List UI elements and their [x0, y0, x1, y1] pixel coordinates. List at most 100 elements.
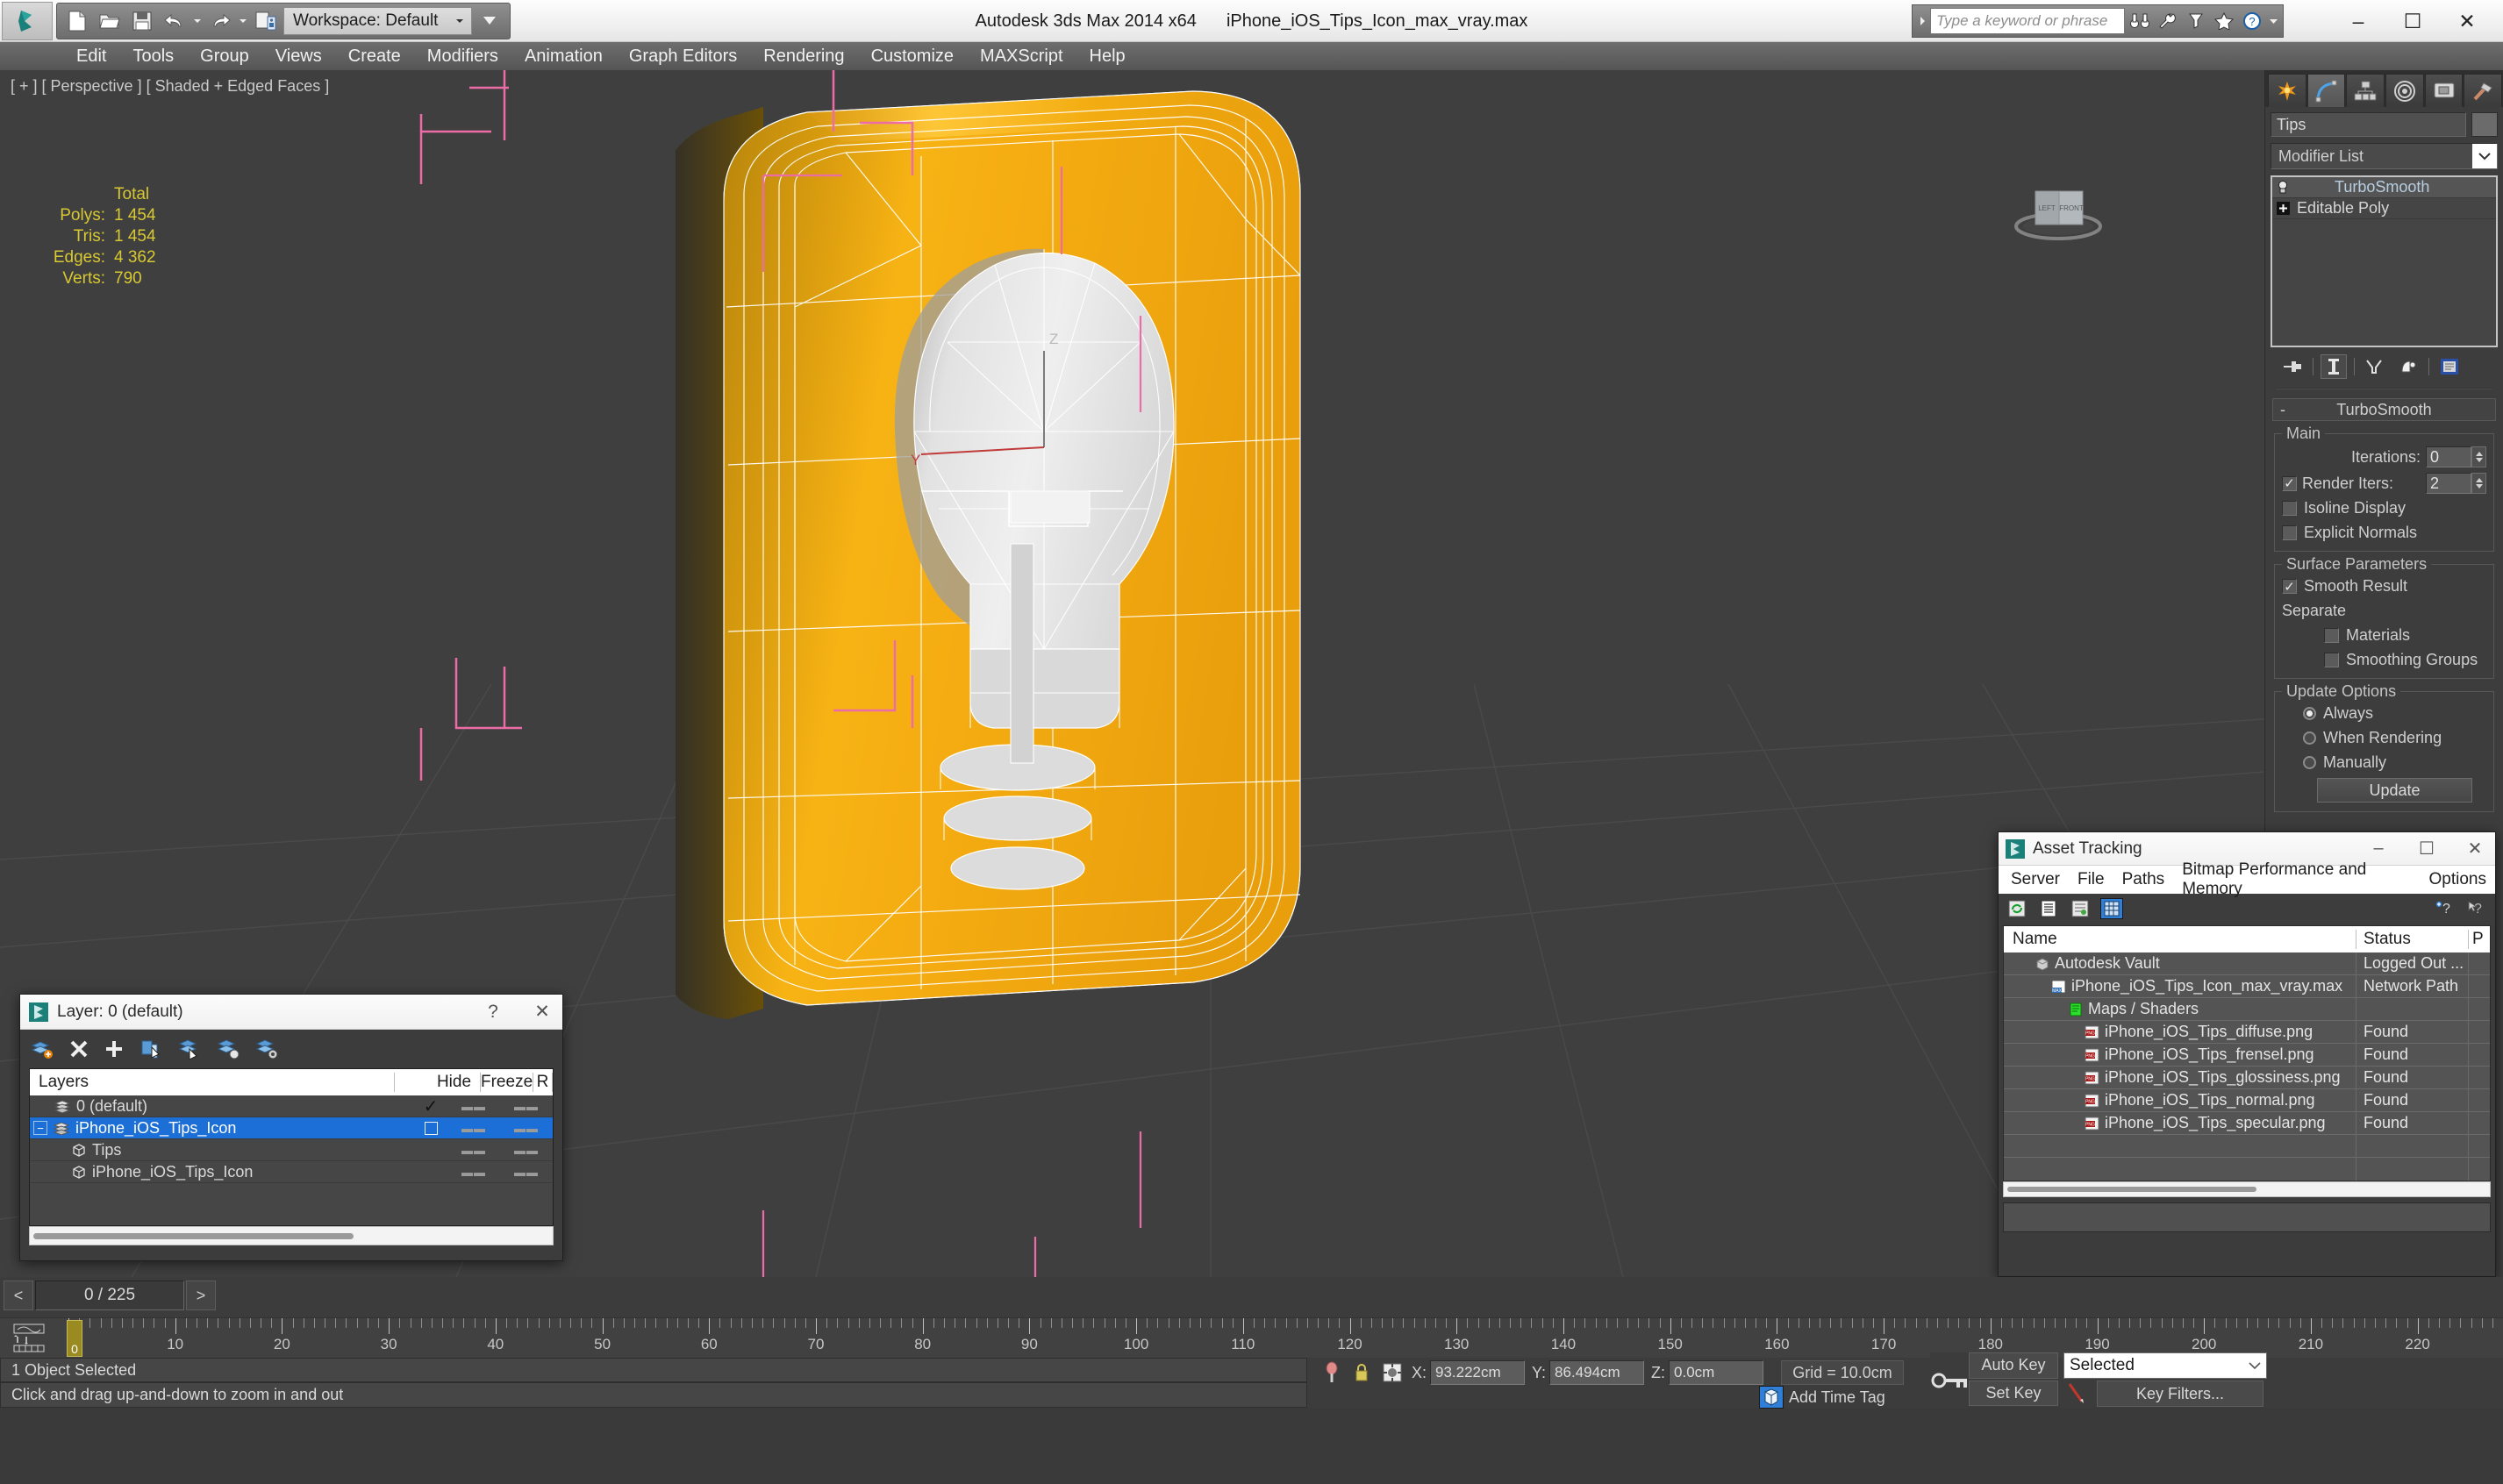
modifier-stack-toolbar[interactable]: [2265, 347, 2503, 379]
layer-freeze-toggle[interactable]: ▬▬: [500, 1166, 553, 1179]
current-frame-display[interactable]: 0 / 225: [35, 1281, 184, 1310]
smooth-result-row[interactable]: ✓ Smooth Result: [2282, 577, 2486, 596]
asset-menu-options[interactable]: Options: [2421, 868, 2495, 891]
transform-type-in[interactable]: X: 93.222cm Y: 86.494cm Z: 0.0cm Grid = …: [1320, 1358, 1905, 1388]
pin-stack-icon[interactable]: [2279, 354, 2306, 379]
layer-freeze-toggle[interactable]: ▬▬: [500, 1144, 553, 1157]
infocenter[interactable]: Type a keyword or phrase ?: [1912, 4, 2284, 38]
quick-access-toolbar[interactable]: Workspace: Default: [56, 3, 511, 39]
plus-box-icon[interactable]: [2277, 202, 2290, 215]
isoline-display-row[interactable]: Isoline Display: [2282, 499, 2486, 517]
modify-tab[interactable]: [2306, 74, 2346, 107]
funnel-icon[interactable]: [2183, 8, 2209, 34]
infocenter-expand-icon[interactable]: [1916, 16, 1928, 26]
modifier-stack[interactable]: TurboSmooth Editable Poly: [2271, 175, 2498, 347]
iterations-value[interactable]: 0: [2426, 446, 2471, 467]
iterations-row[interactable]: Iterations: 0: [2282, 446, 2486, 467]
coord-z-value[interactable]: 0.0cm: [1669, 1360, 1764, 1385]
menu-item-maxscript[interactable]: MAXScript: [967, 44, 1076, 69]
render-iters-spin-arrows[interactable]: [2471, 473, 2486, 494]
asset-row-normal[interactable]: PNG iPhone_iOS_Tips_normal.png Found: [2004, 1089, 2490, 1112]
display-tab[interactable]: [2424, 74, 2464, 107]
time-tag-row[interactable]: Add Time Tag: [1759, 1386, 1885, 1409]
help-icon[interactable]: ?: [2239, 8, 2265, 34]
layer-dialog-close-button[interactable]: ✕: [522, 995, 562, 1029]
asset-row-glossiness[interactable]: PNG iPhone_iOS_Tips_glossiness.png Found: [2004, 1067, 2490, 1089]
application-menu-button[interactable]: [2, 2, 53, 40]
key-mode-icon[interactable]: [2063, 1382, 2090, 1405]
select-objects-in-layer-icon[interactable]: [139, 1038, 162, 1059]
menu-item-tools[interactable]: Tools: [119, 44, 187, 69]
layer-col-render[interactable]: R: [533, 1073, 553, 1092]
asset-col-name[interactable]: Name: [2004, 930, 2356, 949]
menu-item-customize[interactable]: Customize: [858, 44, 967, 69]
asset-menu-bar[interactable]: Server File Paths Bitmap Performance and…: [1999, 860, 2495, 898]
iterations-spin-arrows[interactable]: [2471, 446, 2486, 467]
auto-key-button[interactable]: Auto Key: [1969, 1352, 2058, 1379]
show-end-result-icon[interactable]: [2321, 354, 2347, 379]
coord-y-value[interactable]: 86.494cm: [1549, 1360, 1645, 1385]
render-iters-checkbox[interactable]: ✓: [2282, 475, 2297, 491]
update-button[interactable]: Update: [2317, 778, 2472, 803]
layer-hide-toggle[interactable]: ▬▬: [447, 1122, 500, 1135]
iterations-spinner[interactable]: 0: [2426, 446, 2486, 467]
open-file-icon[interactable]: [95, 6, 125, 36]
layer-freeze-toggle[interactable]: ▬▬: [500, 1100, 553, 1113]
asset-row-maps-shaders[interactable]: Maps / Shaders: [2004, 998, 2490, 1021]
help-dropdown-icon[interactable]: [2267, 8, 2279, 34]
motion-tab[interactable]: [2385, 74, 2424, 107]
asset-close-button[interactable]: ✕: [2455, 833, 2495, 865]
asset-table-body[interactable]: Autodesk Vault Logged Out ... MAX iPhone…: [2004, 952, 2490, 1181]
add-help-icon[interactable]: ?: [2434, 898, 2457, 919]
layer-hide-toggle[interactable]: ▬▬: [447, 1144, 500, 1157]
radio-manually[interactable]: [2303, 756, 2316, 769]
layer-current-marker[interactable]: [414, 1121, 447, 1135]
explicit-normals-row[interactable]: Explicit Normals: [2282, 524, 2486, 542]
time-slider-handle[interactable]: 0: [67, 1320, 82, 1357]
undo-icon[interactable]: [160, 6, 190, 36]
workspace-selector[interactable]: Workspace: Default: [283, 7, 473, 35]
asset-col-status[interactable]: Status: [2356, 930, 2469, 949]
asset-menu-file[interactable]: File: [2069, 868, 2113, 891]
modifier-stack-item-turbosmooth[interactable]: TurboSmooth: [2272, 177, 2496, 198]
hierarchy-tab[interactable]: [2346, 74, 2385, 107]
grid-view-icon[interactable]: [2100, 898, 2123, 919]
redo-icon[interactable]: [205, 6, 235, 36]
render-iters-value[interactable]: 2: [2426, 473, 2471, 494]
save-file-icon[interactable]: [127, 6, 157, 36]
close-button[interactable]: ✕: [2440, 3, 2494, 39]
menu-item-graph-editors[interactable]: Graph Editors: [616, 44, 750, 69]
pin-selection-icon[interactable]: [1320, 1361, 1343, 1384]
track-bar-icon[interactable]: [11, 1323, 59, 1354]
object-name-row[interactable]: Tips: [2265, 107, 2503, 137]
modifier-list-dropdown[interactable]: Modifier List: [2271, 143, 2498, 169]
asset-col-path[interactable]: P: [2469, 930, 2490, 949]
menu-item-help[interactable]: Help: [1076, 44, 1139, 69]
refresh-icon[interactable]: [2006, 898, 2028, 919]
layer-list[interactable]: Layers Hide Freeze R 0 (default) ✓ ▬▬ ▬▬: [29, 1068, 554, 1226]
previous-frame-button[interactable]: <: [4, 1281, 33, 1310]
asset-table[interactable]: Name Status P Autodesk Vault Logged Out …: [2003, 925, 2491, 1181]
minimize-button[interactable]: –: [2331, 3, 2385, 39]
menu-item-rendering[interactable]: Rendering: [750, 44, 857, 69]
remove-modifier-icon[interactable]: [2395, 354, 2421, 379]
viewcube[interactable]: LEFT FRONT: [2006, 175, 2111, 246]
undo-dropdown-icon[interactable]: [192, 6, 203, 36]
configure-sets-icon[interactable]: [2436, 354, 2463, 379]
asset-menu-paths[interactable]: Paths: [2113, 868, 2174, 891]
key-buttons[interactable]: Auto Key Set Key: [1969, 1352, 2058, 1408]
create-tab[interactable]: [2268, 74, 2306, 107]
explicit-normals-checkbox[interactable]: [2282, 525, 2297, 540]
redo-dropdown-icon[interactable]: [238, 6, 248, 36]
next-frame-button[interactable]: >: [186, 1281, 216, 1310]
modifier-stack-item-editable-poly[interactable]: Editable Poly: [2272, 198, 2496, 219]
separate-smoothing-groups-row[interactable]: Smoothing Groups: [2282, 651, 2486, 669]
layer-row-iphone-ios-tips-icon[interactable]: − iPhone_iOS_Tips_Icon ▬▬ ▬▬: [30, 1117, 553, 1139]
layer-col-layers[interactable]: Layers: [30, 1073, 395, 1092]
layer-row-default[interactable]: 0 (default) ✓ ▬▬ ▬▬: [30, 1095, 553, 1117]
separate-materials-row[interactable]: Materials: [2282, 626, 2486, 645]
set-key-toggle-icon[interactable]: [1930, 1352, 1969, 1408]
asset-row-frensel[interactable]: PNG iPhone_iOS_Tips_frensel.png Found: [2004, 1044, 2490, 1067]
menu-item-modifiers[interactable]: Modifiers: [414, 44, 511, 69]
layer-dialog-titlebar[interactable]: Layer: 0 (default) ? ✕: [20, 995, 562, 1030]
